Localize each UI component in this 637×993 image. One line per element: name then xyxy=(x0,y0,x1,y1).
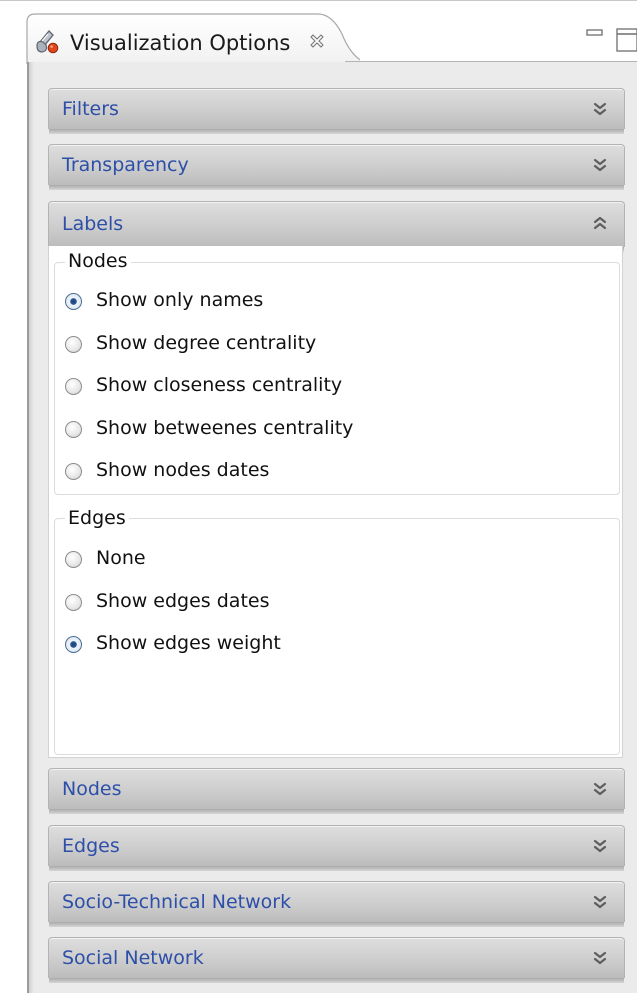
maximize-icon[interactable] xyxy=(614,26,637,52)
radio-label: Show edges weight xyxy=(96,632,281,654)
radio-label: Show edges dates xyxy=(96,590,270,612)
radio-label: Show closeness centrality xyxy=(96,374,343,396)
chevron-down-icon[interactable] xyxy=(593,781,607,797)
visualization-options-view: Visualization Options Filters Transparen… xyxy=(0,0,637,993)
radio-label: Show only names xyxy=(96,289,264,311)
chevron-down-icon[interactable] xyxy=(593,950,607,966)
minimize-icon[interactable] xyxy=(584,26,606,42)
radio-label: Show betweenes centrality xyxy=(96,417,354,439)
chevron-down-icon[interactable] xyxy=(593,838,607,854)
section-transparency[interactable]: Transparency xyxy=(48,144,625,190)
view-left-shadow xyxy=(29,62,34,993)
section-nodes-title: Nodes xyxy=(62,778,122,800)
radio-button[interactable] xyxy=(65,421,82,438)
palette-icon xyxy=(36,30,59,54)
section-edges-title: Edges xyxy=(62,835,120,857)
view-title: Visualization Options xyxy=(70,31,291,55)
section-labels-title: Labels xyxy=(62,213,124,235)
section-transparency-title: Transparency xyxy=(62,154,189,176)
radio-button-checked[interactable] xyxy=(65,293,82,310)
section-edges[interactable]: Edges xyxy=(48,825,625,871)
radio-label: Show nodes dates xyxy=(96,459,270,481)
chevron-up-icon[interactable] xyxy=(593,215,607,231)
section-social-network[interactable]: Social Network xyxy=(48,937,625,983)
edges-group-title: Edges xyxy=(65,507,129,529)
radio-button[interactable] xyxy=(65,336,82,353)
section-nodes[interactable]: Nodes xyxy=(48,768,625,814)
section-socio-technical-title: Socio-Technical Network xyxy=(62,891,292,913)
nodes-group-title: Nodes xyxy=(65,250,131,272)
radio-button[interactable] xyxy=(65,551,82,568)
radio-button[interactable] xyxy=(65,378,82,395)
chevron-down-icon[interactable] xyxy=(593,894,607,910)
close-icon[interactable] xyxy=(309,33,325,49)
radio-label: None xyxy=(96,547,146,569)
section-social-network-title: Social Network xyxy=(62,947,204,969)
radio-button[interactable] xyxy=(65,463,82,480)
section-labels[interactable]: Labels xyxy=(48,201,625,252)
section-socio-technical-network[interactable]: Socio-Technical Network xyxy=(48,881,625,927)
section-filters-title: Filters xyxy=(62,98,119,120)
radio-button[interactable] xyxy=(65,594,82,611)
radio-label: Show degree centrality xyxy=(96,332,317,354)
radio-button-checked[interactable] xyxy=(65,636,82,653)
chevron-down-icon[interactable] xyxy=(593,157,607,173)
chevron-down-icon[interactable] xyxy=(593,101,607,117)
section-filters[interactable]: Filters xyxy=(48,88,625,134)
